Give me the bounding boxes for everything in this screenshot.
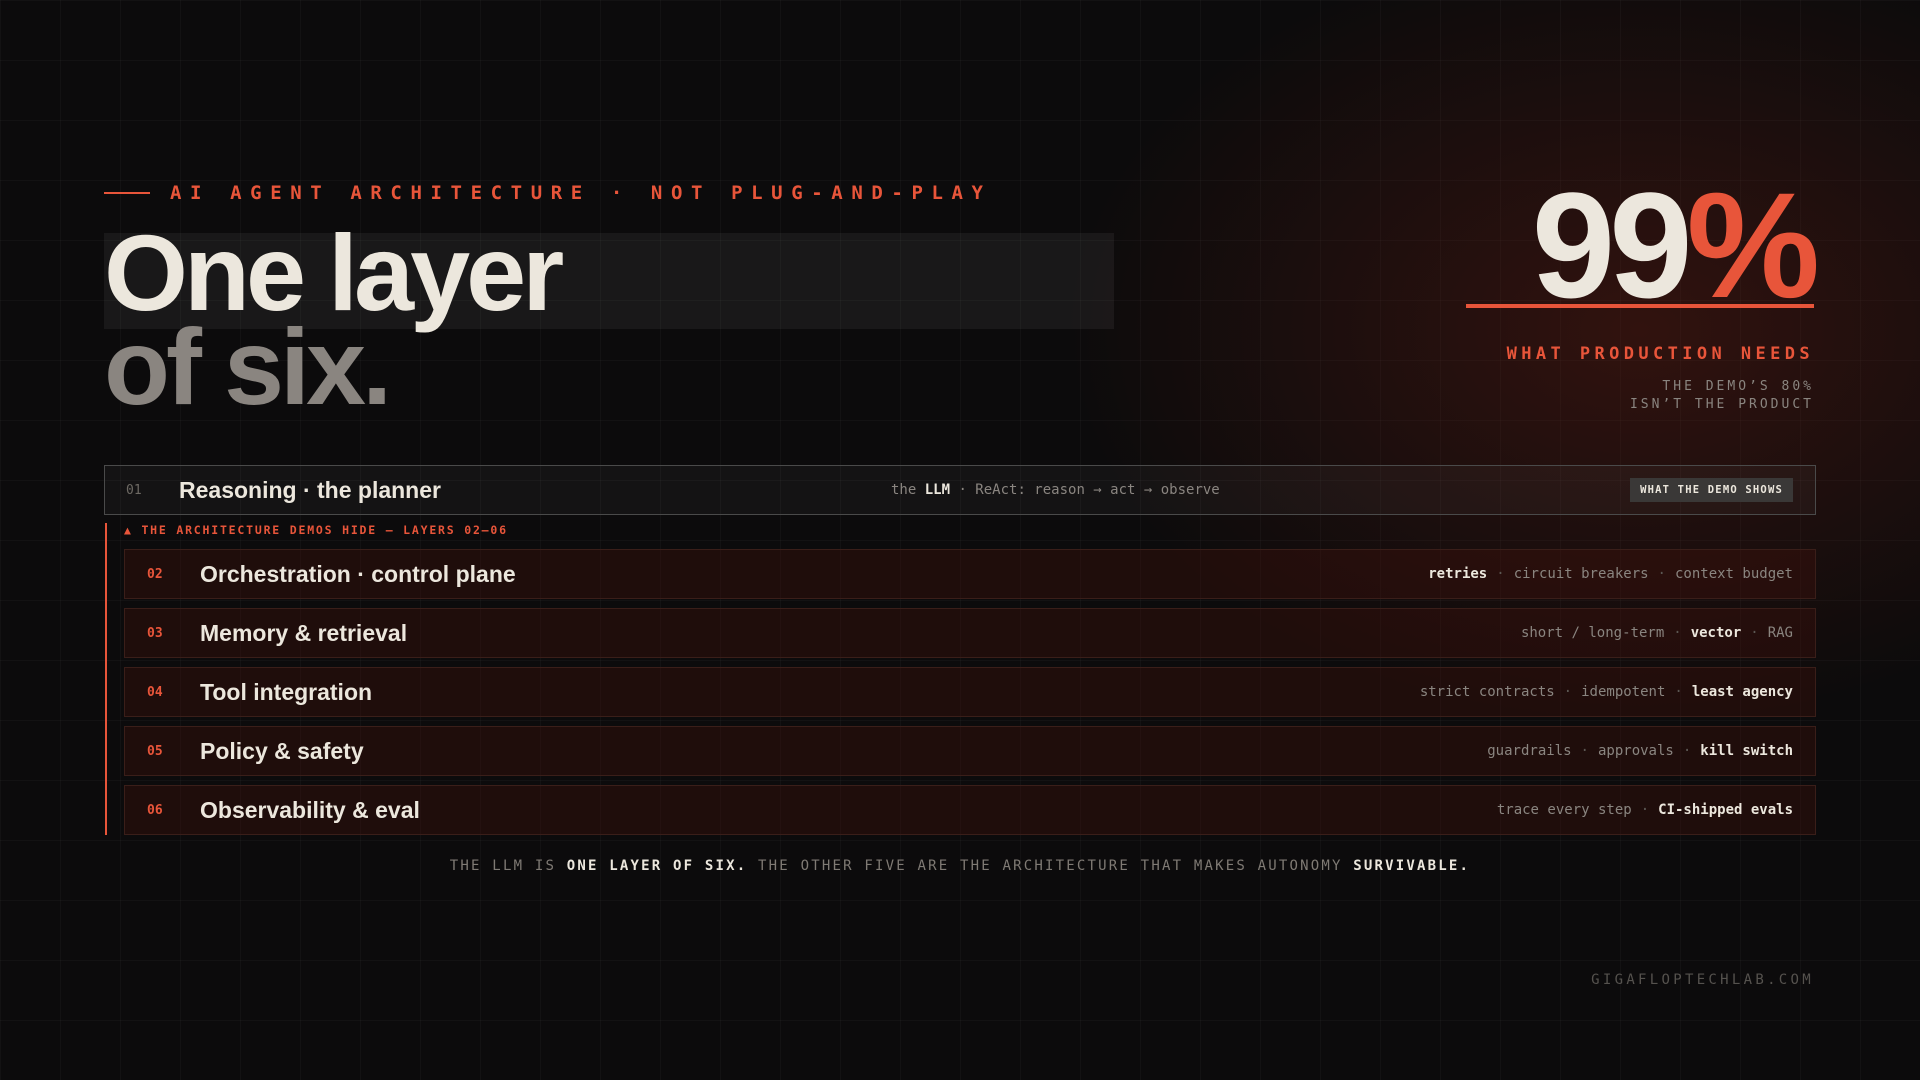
footer-text-1: THE LLM IS xyxy=(449,858,567,874)
desc-prefix: the xyxy=(891,482,925,498)
layer-row: 06 Observability & eval trace every step · C… xyxy=(124,785,1816,835)
layer-tag: circuit breakers xyxy=(1513,566,1649,582)
layer-number: 04 xyxy=(147,684,163,700)
layer-tag: RAG xyxy=(1767,625,1793,641)
title-line-2: of six. xyxy=(104,306,392,427)
layer-tag: trace every step xyxy=(1496,802,1632,818)
stat-percent: % xyxy=(1686,161,1820,329)
stat-label: WHAT PRODUCTION NEEDS xyxy=(1506,344,1814,364)
stat-value: 99% xyxy=(1466,170,1820,320)
footer-highlight-2: SURVIVABLE. xyxy=(1353,858,1471,874)
layer-tags: guardrails · approvals · kill switch xyxy=(1487,743,1793,759)
stat-block: 99% WHAT PRODUCTION NEEDS THE DEMO’S 80%… xyxy=(1466,170,1820,414)
layer-row: 05 Policy & safety guardrails · approvals · ki… xyxy=(124,726,1816,776)
layer-tag: kill switch xyxy=(1700,743,1793,759)
footer-statement: THE LLM IS ONE LAYER OF SIX. THE OTHER F… xyxy=(0,858,1920,874)
stat-number: 99 xyxy=(1531,161,1693,329)
layer-row: 04 Tool integration strict contracts · idemp… xyxy=(124,667,1816,717)
hidden-layers-bracket xyxy=(105,523,107,835)
eyebrow-text: AI AGENT ARCHITECTURE · NOT PLUG-AND-PLA… xyxy=(170,182,992,204)
stat-subtext-line-1: THE DEMO’S 80% xyxy=(1662,379,1814,394)
layer-tag: least agency xyxy=(1691,684,1793,700)
layer-tag: idempotent xyxy=(1581,684,1666,700)
layer-tag: approvals xyxy=(1597,743,1674,759)
layer-tag: context budget xyxy=(1674,566,1793,582)
tag-separator: · xyxy=(1657,566,1666,582)
demo-badge: WHAT THE DEMO SHOWS xyxy=(1630,478,1793,502)
layer-row: 02 Orchestration · control plane retries · c… xyxy=(124,549,1816,599)
layer-name: Policy & safety xyxy=(200,737,364,764)
layer-number: 01 xyxy=(126,482,142,498)
stat-subtext: THE DEMO’S 80% ISN’T THE PRODUCT xyxy=(1466,378,1814,414)
layer-name: Orchestration · control plane xyxy=(200,560,516,587)
eyebrow: AI AGENT ARCHITECTURE · NOT PLUG-AND-PLA… xyxy=(104,182,992,204)
layer-number: 06 xyxy=(147,802,163,818)
stat-subtext-line-2: ISN’T THE PRODUCT xyxy=(1629,397,1814,412)
eyebrow-rule xyxy=(104,192,150,194)
layer-tags: short / long-term · vector · RAG xyxy=(1521,625,1793,641)
layer-row: 03 Memory & retrieval short / long-term · ve… xyxy=(124,608,1816,658)
tag-separator: · xyxy=(1640,802,1650,818)
tag-separator: · xyxy=(1496,566,1505,582)
desc-suffix: · ReAct: reason → act → observe xyxy=(950,482,1220,498)
tag-separator: · xyxy=(1673,625,1682,641)
layer-name: Memory & retrieval xyxy=(200,619,408,646)
tag-separator: · xyxy=(1580,743,1589,759)
layer-tags: strict contracts · idempotent · least agency xyxy=(1420,684,1793,700)
footer-highlight-1: ONE LAYER OF SIX. xyxy=(566,858,748,874)
layer-tag: short / long-term xyxy=(1520,625,1665,641)
layer-name: Observability & eval xyxy=(200,796,420,823)
layer-tag: retries xyxy=(1428,566,1488,582)
tag-separator: · xyxy=(1674,684,1683,700)
hidden-layers-label: ▲ THE ARCHITECTURE DEMOS HIDE — LAYERS 0… xyxy=(124,523,508,537)
layer-number: 03 xyxy=(147,625,163,641)
layer-name: Tool integration xyxy=(200,678,373,705)
layer-row-demo: 01 Reasoning · the planner the LLM · ReA… xyxy=(104,465,1816,515)
desc-highlight: LLM xyxy=(924,482,951,498)
tag-separator: · xyxy=(1682,743,1692,759)
layer-tag: vector xyxy=(1690,625,1742,641)
tag-separator: · xyxy=(1750,625,1759,641)
footer-text-2: THE OTHER FIVE ARE THE ARCHITECTURE THAT… xyxy=(747,858,1354,874)
site-url: GIGAFLOPTECHLAB.COM xyxy=(1591,972,1814,988)
layer-description: the LLM · ReAct: reason → act → observe xyxy=(891,482,1220,498)
layer-number: 05 xyxy=(147,743,163,759)
layer-tags: trace every step · CI-shipped evals xyxy=(1497,802,1793,818)
layer-name: Reasoning · the planner xyxy=(179,476,441,503)
layer-tags: retries · circuit breakers · context budget xyxy=(1428,566,1793,582)
tag-separator: · xyxy=(1563,684,1573,700)
page-title: One layer of six. xyxy=(104,219,564,427)
layer-tag: guardrails xyxy=(1487,743,1572,759)
layer-tag: CI-shipped evals xyxy=(1658,802,1793,818)
layer-tag: strict contracts xyxy=(1419,684,1555,700)
layer-number: 02 xyxy=(147,566,163,582)
